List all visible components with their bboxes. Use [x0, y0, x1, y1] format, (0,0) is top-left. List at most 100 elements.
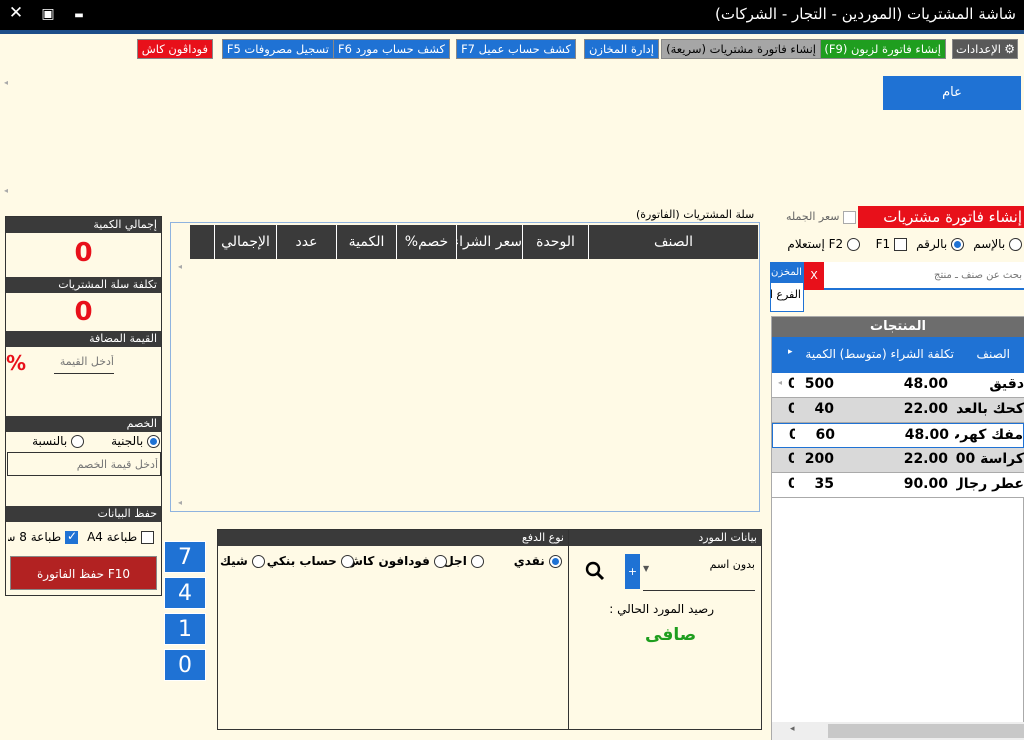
save-data-label: حفظ البيانات	[6, 506, 161, 522]
close-icon[interactable]: ✕	[5, 3, 27, 23]
vat-label: القيمة المضافة	[6, 331, 161, 347]
search-by-number-label: بالرقم	[916, 237, 948, 251]
cart-column-header: سعر الشراء	[456, 225, 522, 259]
col-name: الصنف	[976, 347, 1010, 361]
numpad-4[interactable]: 4	[164, 577, 206, 609]
discount-by-pound-radio[interactable]	[147, 435, 160, 448]
cart-header: الصنف الوحدة سعر الشراء خصم% الكمية عدد الإجما…	[190, 225, 758, 259]
supplier-balance-value: صافى	[645, 625, 697, 645]
store-tab[interactable]: المخزن	[771, 263, 803, 283]
quick-purchase-button[interactable]: إنشاء فاتورة مشتريات (سريعة)	[661, 39, 821, 59]
f2-label: F2 إستعلام	[787, 237, 844, 251]
discount-label: الخصم	[6, 416, 161, 432]
f1-checkbox[interactable]	[894, 238, 907, 251]
discount-by-percent[interactable]: بالنسبة	[32, 434, 84, 448]
cart-label: سلة المشتريات (الفاتورة)	[636, 208, 755, 221]
product-search-input[interactable]	[824, 262, 1024, 290]
minimize-icon[interactable]: ▬	[68, 10, 90, 21]
scroll-marker-icon: ◂	[778, 378, 783, 387]
percent-sign: %	[6, 351, 27, 375]
product-row[interactable]: عطر رجال 90.00 35 0	[772, 473, 1024, 498]
product-row[interactable]: كحك بالعد 22.00 40 0	[772, 398, 1024, 423]
print-8-option[interactable]: طباعة 8 سم	[8, 530, 78, 544]
product-cell-overflow: 0	[789, 427, 795, 443]
discount-by-percent-radio[interactable]	[71, 435, 84, 448]
scroll-marker-icon: ◂	[4, 186, 9, 195]
cart-column-header: عدد	[276, 225, 336, 259]
pay-deferred-radio[interactable]	[471, 555, 484, 568]
f2-option[interactable]: F2 إستعلام	[787, 237, 860, 251]
print-a4-checkbox[interactable]	[141, 531, 154, 544]
print-8-checkbox[interactable]	[65, 530, 78, 544]
products-hscrollbar[interactable]: ◂	[772, 722, 1024, 740]
search-by-number[interactable]: بالرقم	[916, 237, 964, 251]
discount-by-pound-label: بالجنية	[111, 434, 144, 448]
pay-deferred[interactable]: اجل	[443, 554, 484, 568]
product-row[interactable]: دقيق 48.00 500 0	[772, 373, 1024, 398]
product-qty: 60	[815, 427, 835, 443]
customer-invoice-button[interactable]: إنشاء فاتورة لزبون (F9)	[819, 39, 946, 59]
scroll-right-icon[interactable]: ▸	[788, 347, 793, 357]
pay-check[interactable]: شيك	[220, 554, 265, 568]
client-statement-button[interactable]: كشف حساب عميل F7	[456, 39, 576, 59]
supplier-select[interactable]: بدون اسم ▼	[643, 556, 755, 591]
cart-cost-value: 0	[74, 297, 93, 327]
products-title: المنتجات	[772, 317, 1024, 337]
numpad-7[interactable]: 7	[164, 541, 206, 573]
pay-bank[interactable]: حساب بنكي	[267, 554, 354, 568]
cart-column-header: الكمية	[336, 225, 396, 259]
search-by-name-radio[interactable]	[1009, 238, 1022, 251]
total-qty-value: 0	[74, 238, 93, 268]
discount-by-pound[interactable]: بالجنية	[111, 434, 160, 448]
hscroll-thumb[interactable]	[828, 724, 1024, 738]
pay-vodafone-radio[interactable]	[434, 555, 447, 568]
gear-icon: ⚙	[1004, 42, 1015, 56]
panel-divider	[568, 529, 569, 730]
product-cost: 48.00	[904, 427, 949, 443]
window-title: شاشة المشتريات (الموردين - التجار - الشر…	[714, 5, 1016, 23]
pay-check-radio[interactable]	[252, 555, 265, 568]
wholesale-checkbox[interactable]	[843, 210, 856, 224]
search-by-number-radio[interactable]	[951, 238, 964, 251]
f2-radio[interactable]	[847, 238, 860, 251]
wholesale-label: سعر الجمله	[786, 210, 840, 223]
scroll-left-icon[interactable]: ◂	[790, 724, 795, 734]
pay-cash[interactable]: نقدي	[514, 554, 562, 568]
numpad-1[interactable]: 1	[164, 613, 206, 645]
discount-input[interactable]	[7, 452, 161, 476]
f1-option[interactable]: F1	[876, 237, 907, 251]
scroll-marker-icon: ◂	[178, 262, 183, 271]
pay-vodafone[interactable]: فودافون كاش	[346, 554, 447, 568]
title-accent-line	[0, 30, 1024, 34]
supplier-statement-button[interactable]: كشف حساب مورد F6	[332, 39, 450, 59]
expenses-button[interactable]: تسجيل مصروفات F5	[221, 39, 334, 59]
settings-label: الإعدادات	[956, 42, 1001, 56]
invoice-title: إنشاء فاتورة مشتريات	[858, 206, 1024, 228]
search-by-name[interactable]: بالإسم	[973, 237, 1022, 251]
vat-input[interactable]	[54, 350, 114, 374]
scroll-marker-icon: ◂	[4, 78, 9, 87]
col-cost: تكلفة الشراء (متوسط)	[839, 347, 954, 361]
pay-bank-radio[interactable]	[341, 555, 354, 568]
stores-button[interactable]: إدارة المخازن	[583, 39, 659, 59]
vodafone-cash-button[interactable]: فوداڤون كاش	[136, 39, 213, 59]
settings-button[interactable]: الإعدادات ⚙	[952, 39, 1018, 59]
product-row[interactable]: مفك كهرب 48.00 60 0	[772, 423, 1024, 448]
product-row[interactable]: كراسة 00 22.00 200 0	[772, 448, 1024, 473]
add-supplier-button[interactable]: +	[625, 554, 640, 589]
clear-search-button[interactable]: X	[804, 262, 824, 290]
products-header: الصنف تكلفة الشراء (متوسط) الكمية ▸	[772, 337, 1024, 373]
print-a4-option[interactable]: طباعة A4	[87, 530, 154, 544]
save-invoice-button[interactable]: حفظ الفاتورة F10	[10, 556, 157, 590]
product-qty: 40	[814, 401, 834, 417]
cart-column-header: الصنف	[588, 225, 758, 259]
branch-tab[interactable]: الفرع ا	[771, 283, 803, 307]
numpad-0[interactable]: 0	[164, 649, 206, 681]
maximize-icon[interactable]: ▣	[37, 6, 59, 22]
search-icon[interactable]	[584, 560, 606, 582]
pay-cash-radio[interactable]	[549, 555, 562, 568]
print-a4-label: طباعة A4	[87, 530, 138, 544]
supplier-name: بدون اسم	[709, 558, 755, 571]
general-button[interactable]: عام	[883, 76, 1021, 110]
wholesale-row[interactable]: سعر الجمله	[770, 210, 856, 224]
